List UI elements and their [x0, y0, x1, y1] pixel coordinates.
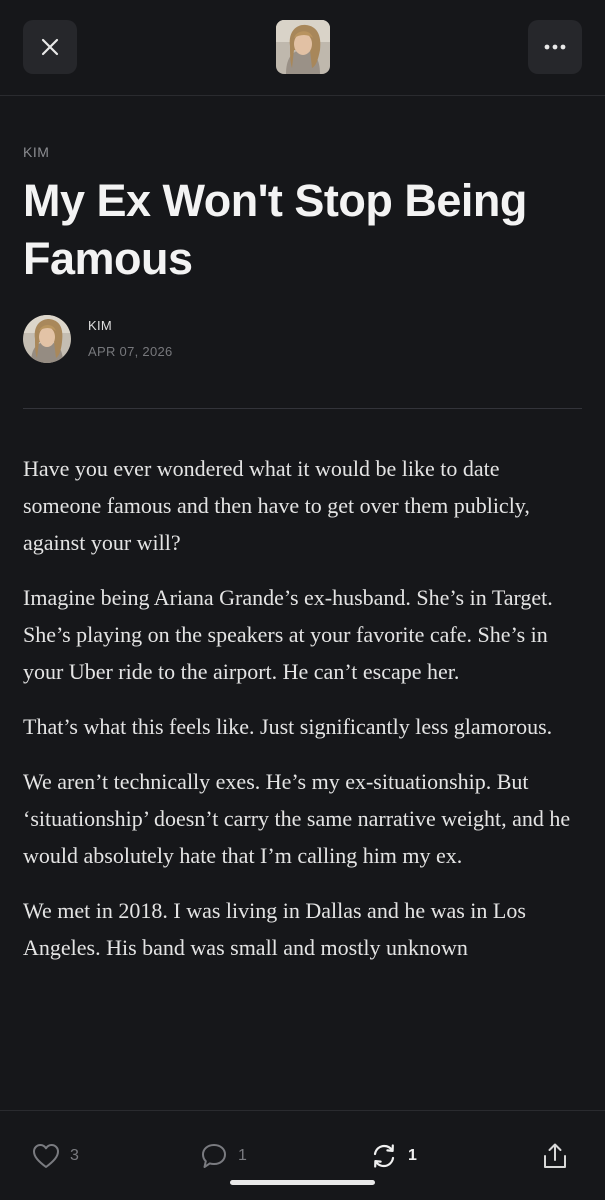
action-bar: 3 1 1 [0, 1110, 605, 1200]
publication-avatar-image [276, 20, 330, 74]
article-paragraph: We aren’t technically exes. He’s my ex-s… [23, 769, 571, 868]
article-paragraph: Imagine being Ariana Grande’s ex-husband… [23, 585, 553, 684]
more-horizontal-icon [544, 44, 566, 50]
byline-text: KIM APR 07, 2026 [88, 317, 173, 361]
publication-kicker[interactable]: KIM [23, 144, 49, 160]
heart-icon [33, 1144, 59, 1168]
restack-icon [373, 1144, 395, 1168]
home-indicator[interactable] [230, 1180, 375, 1185]
article-paragraph: We met in 2018. I was living in Dallas a… [23, 898, 526, 960]
comment-button[interactable]: 1 [200, 1141, 247, 1171]
like-count: 3 [70, 1147, 79, 1164]
restack-count: 1 [408, 1147, 417, 1164]
author-avatar-image [23, 315, 71, 363]
comment-count: 1 [238, 1147, 247, 1164]
close-icon [41, 38, 59, 56]
top-bar [0, 0, 605, 96]
article-title: My Ex Won't Stop Being Famous [23, 175, 527, 284]
article-paragraph: Have you ever wondered what it would be … [23, 456, 530, 555]
article-body: Have you ever wondered what it would be … [23, 450, 583, 1105]
byline: KIM APR 07, 2026 [23, 314, 173, 364]
post-date: APR 07, 2026 [88, 344, 173, 359]
article-paragraph: That’s what this feels like. Just signif… [23, 714, 553, 739]
share-icon [544, 1143, 566, 1168]
more-options-button[interactable] [528, 20, 582, 74]
like-button[interactable]: 3 [32, 1141, 79, 1171]
comment-icon [202, 1144, 226, 1168]
restack-button[interactable]: 1 [370, 1141, 417, 1171]
close-button[interactable] [23, 20, 77, 74]
header-divider [23, 408, 582, 409]
author-avatar[interactable] [23, 315, 71, 363]
publication-avatar[interactable] [276, 20, 330, 74]
share-button[interactable] [542, 1141, 568, 1171]
author-name[interactable]: KIM [88, 317, 173, 335]
